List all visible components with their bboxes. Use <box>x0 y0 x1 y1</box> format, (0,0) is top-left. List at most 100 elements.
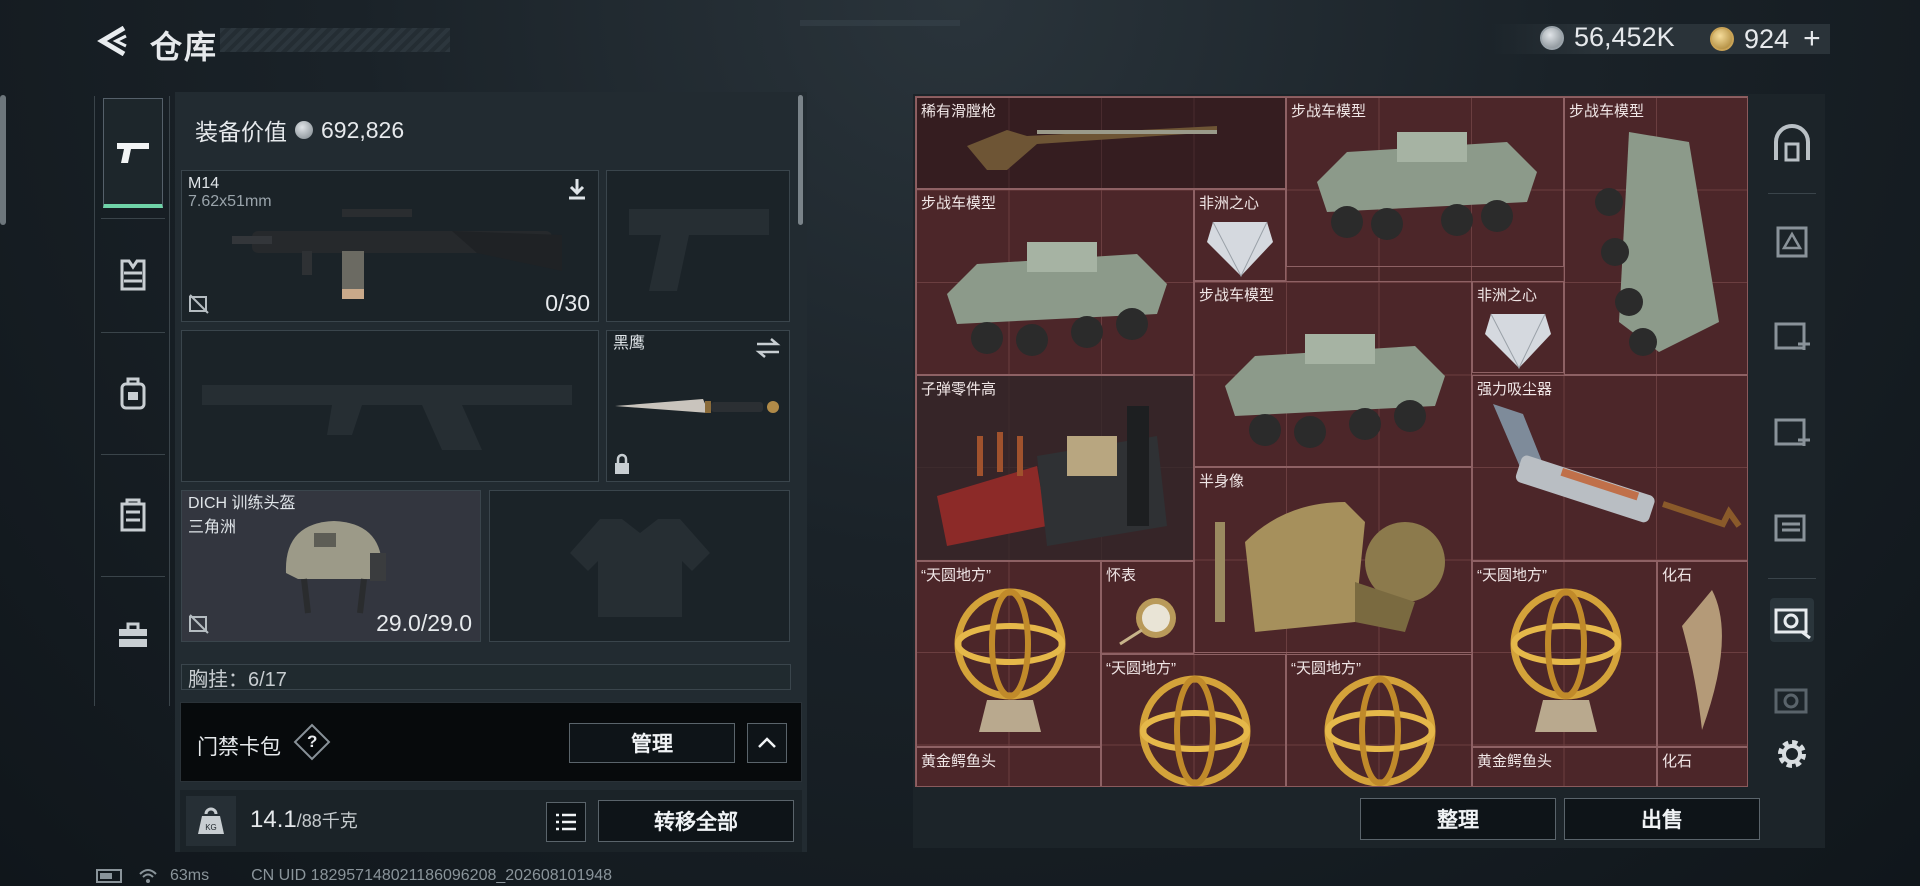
top-bar: 仓库 56,452K 924 + <box>0 0 1920 80</box>
stash-item[interactable]: 步战车模型 <box>1194 281 1472 467</box>
nav-weapons[interactable] <box>103 98 163 208</box>
musket-image <box>967 126 1217 170</box>
helmet-faction: 三角洲 <box>188 519 237 536</box>
help-icon[interactable]: ? <box>293 723 331 761</box>
ifv-model-image <box>1317 132 1537 240</box>
add-currency-button[interactable]: + <box>1803 22 1821 56</box>
armillary-sphere-image <box>1139 675 1251 786</box>
loadout-scrollbar[interactable] <box>798 95 803 225</box>
nav-armor[interactable] <box>103 220 163 330</box>
stash-item[interactable]: 化石 <box>1657 747 1747 786</box>
weight-current: 14.1 <box>250 806 297 833</box>
armor-slot-empty[interactable] <box>489 490 790 642</box>
stash-tab-v-2[interactable] <box>1770 678 1814 722</box>
stash-tab-iv-3[interactable] <box>1770 506 1814 550</box>
stash-item[interactable]: 非洲之心 <box>1194 189 1286 281</box>
list-icon <box>556 813 576 831</box>
knife-name: 黑鹰 <box>613 335 646 352</box>
nav-toolbox[interactable] <box>103 580 163 690</box>
no-insure-icon <box>189 614 209 634</box>
stash-item[interactable]: 非洲之心 <box>1472 281 1564 373</box>
stash-item[interactable]: 黄金鳄鱼头 <box>1472 747 1657 786</box>
pistol-slot-empty[interactable] <box>606 170 790 322</box>
manage-button[interactable]: 管理 <box>569 723 735 763</box>
helmet-slot[interactable]: DICH 训练头盔 三角洲 29.0/29.0 <box>181 490 481 642</box>
stash-item[interactable]: 步战车模型 <box>1286 97 1564 267</box>
stash-item[interactable]: 稀有滑膛枪 <box>916 97 1286 189</box>
item-name: 步战车模型 <box>921 195 997 212</box>
stash-item[interactable]: 半身像 <box>1194 467 1472 653</box>
stash-item[interactable]: 步战车模型 <box>916 189 1194 375</box>
wifi-icon <box>139 869 157 883</box>
item-name: 化石 <box>1662 567 1693 584</box>
stash-item[interactable]: 子弹零件高 <box>916 375 1194 561</box>
stash-iv-icon <box>1774 418 1810 446</box>
stash-grid: 稀有滑膛枪 步战车模型 步战车模型 步战车模型 非洲之心 步战车模型 非洲之心 … <box>915 96 1748 787</box>
weight-max: /88千克 <box>296 811 358 831</box>
stash-item[interactable]: 步战车模型 <box>1564 97 1747 375</box>
gold-coin-icon <box>1710 27 1734 51</box>
stash-tab-iv-2[interactable] <box>1770 410 1814 454</box>
swap-icon[interactable] <box>755 337 781 359</box>
keycard-label: 门禁卡包 <box>197 736 281 759</box>
armillary-sphere-image <box>1324 675 1436 786</box>
knife-slot[interactable]: 黑鹰 <box>606 330 790 482</box>
toolbox-icon <box>119 622 147 647</box>
armillary-sphere-image <box>954 588 1066 732</box>
armillary-sphere-image <box>1510 588 1622 732</box>
stash-item[interactable]: 化石 <box>1657 561 1747 747</box>
left-edge-scrollbar[interactable] <box>0 95 6 225</box>
title-decor <box>220 28 450 52</box>
silver-currency: 56,452K <box>1540 22 1675 53</box>
stash-item[interactable]: “天圆地方” <box>1101 654 1286 786</box>
backpack-icon <box>120 377 146 410</box>
secondary-weapon-slot-empty[interactable] <box>181 330 599 482</box>
stash-item[interactable]: 黄金鳄鱼头 <box>916 747 1101 786</box>
nav-backpack[interactable] <box>103 338 163 448</box>
gold-currency[interactable]: 924 + <box>1710 22 1821 56</box>
stash-tab-iv-1[interactable] <box>1770 314 1814 358</box>
collapse-button[interactable] <box>747 723 787 763</box>
stash-item[interactable]: “天圆地方” <box>1472 561 1657 747</box>
stash-item[interactable]: 强力吸尘器 <box>1472 375 1747 561</box>
battery-icon <box>96 869 122 883</box>
primary-weapon-slot[interactable]: M14 7.62x51mm 0/30 <box>181 170 599 322</box>
ifv-model-image <box>947 242 1167 356</box>
uid-text: CN UID 182957148021186096208_20260810194… <box>251 867 613 884</box>
stash-iv-icon <box>1774 514 1806 542</box>
sort-button[interactable]: 整理 <box>1360 798 1556 840</box>
stash-item[interactable]: “天圆地方” <box>916 561 1101 747</box>
stash-tab-v-active[interactable] <box>1770 598 1814 642</box>
m14-rifle-image <box>232 209 562 299</box>
chevron-up-icon <box>758 737 776 748</box>
gift-stash-icon <box>1776 226 1808 258</box>
sell-button[interactable]: 出售 <box>1564 798 1760 840</box>
download-icon[interactable] <box>566 177 588 201</box>
diamond-image <box>1207 221 1273 278</box>
transfer-all-button[interactable]: 转移全部 <box>598 800 794 842</box>
stash-v-icon <box>1774 608 1811 640</box>
diamond-image <box>1485 313 1551 370</box>
silver-amount: 56,452K <box>1574 22 1675 52</box>
weight-value: 14.1/88千克 <box>250 806 358 834</box>
item-name: 非洲之心 <box>1477 287 1538 304</box>
lock-icon <box>615 453 629 474</box>
status-bar: 63ms CN UID 182957148021186096208_202608… <box>96 866 796 886</box>
keycard-pack: 门禁卡包 ? 管理 <box>180 702 802 782</box>
nav-chest-rig[interactable] <box>103 460 163 570</box>
stash-tab-gift[interactable] <box>1770 218 1814 262</box>
item-name: 化石 <box>1662 753 1693 770</box>
help-glyph: ? <box>306 731 318 751</box>
pistol-placeholder-icon <box>629 209 769 291</box>
back-arrow-icon[interactable] <box>96 26 130 56</box>
stash-item[interactable]: 怀表 <box>1101 561 1194 654</box>
stash-v-icon <box>1774 688 1808 714</box>
item-name: 黄金鳄鱼头 <box>921 753 997 770</box>
settings-button[interactable] <box>1770 732 1814 776</box>
weight-kg-text: KG <box>205 823 217 832</box>
pocket-watch-image <box>1119 598 1176 646</box>
stash-item[interactable]: “天圆地方” <box>1286 654 1472 786</box>
list-view-button[interactable] <box>546 802 586 842</box>
stash-tab-safe[interactable] <box>1770 122 1814 166</box>
bullet-parts-image <box>937 406 1167 546</box>
